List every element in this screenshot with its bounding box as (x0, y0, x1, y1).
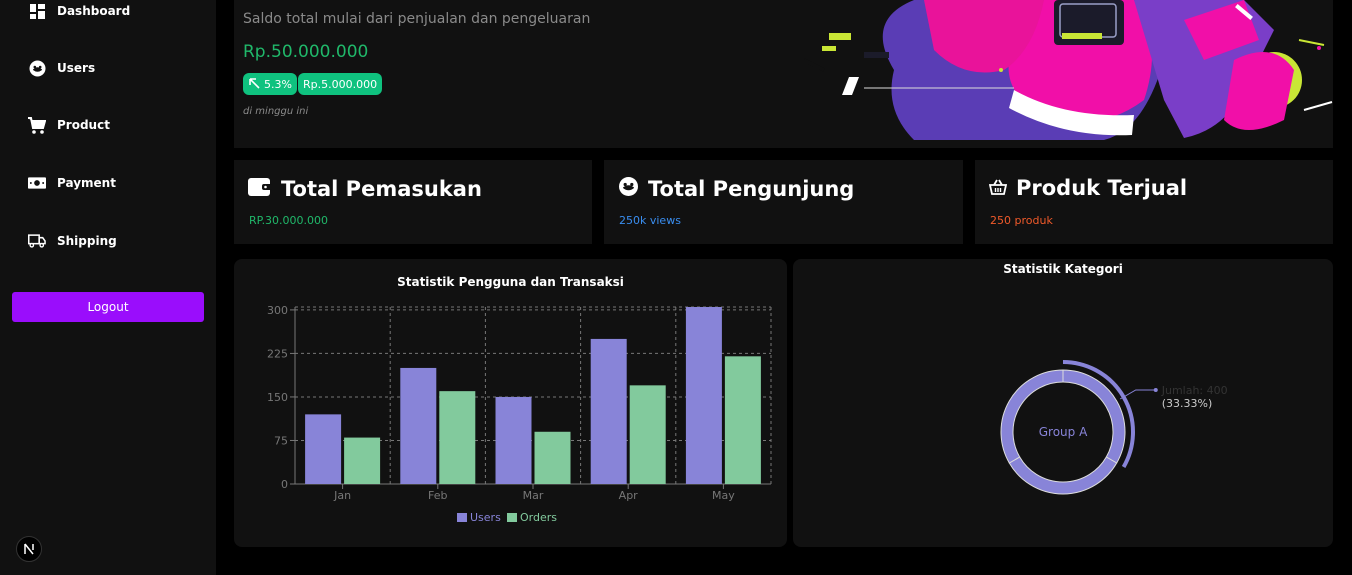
x-tick-label: Mar (523, 489, 544, 502)
sidebar-item-label: Payment (57, 176, 116, 190)
sidebar-item-dashboard[interactable]: Dashboard (28, 2, 130, 20)
sidebar-item-label: Dashboard (57, 4, 131, 18)
sidebar-item-label: Users (57, 61, 96, 75)
card-title-text: Total Pemasukan (281, 177, 482, 201)
hero-subtitle: Saldo total mulai dari penjualan dan pen… (243, 11, 591, 27)
bar-chart-panel: Statistik Pengguna dan Transaksi 0 75 150 2… (234, 259, 787, 547)
basket-icon (988, 176, 1008, 200)
arrow-up-left-icon (248, 77, 260, 92)
sidebar-item-label: Product (57, 118, 110, 132)
bar-orders (724, 356, 761, 484)
sidebar-item-label: Shipping (57, 234, 117, 248)
logout-button[interactable]: Logout (12, 292, 204, 322)
growth-amount-pill: Rp.5.000.000 (298, 73, 383, 95)
y-tick-label: 150 (267, 391, 288, 404)
legend-swatch-users (457, 513, 467, 522)
sidebar-item-payment[interactable]: Payment (28, 174, 116, 192)
bar-orders (439, 391, 476, 484)
cart-icon (28, 116, 46, 134)
sidebar-item-shipping[interactable]: Shipping (28, 232, 117, 250)
card-value: 250k views (619, 214, 681, 227)
bar-orders (344, 437, 381, 484)
nextjs-logo-icon[interactable] (16, 536, 42, 562)
bar-users (305, 414, 342, 484)
bar-users (590, 338, 627, 484)
bar-orders (534, 431, 571, 484)
sidebar-item-product[interactable]: Product (28, 116, 110, 134)
donut-slice (1008, 456, 1118, 495)
hero-illustration (804, 0, 1333, 140)
donut-callout-value: Jumlah: 400 (1161, 384, 1228, 397)
x-tick-label: Feb (428, 489, 447, 502)
y-tick-label: 0 (281, 478, 288, 491)
donut-callout-percent: (33.33%) (1162, 397, 1213, 410)
hero-note: di minggu ini (243, 106, 309, 117)
card-total-pemasukan: Total Pemasukan RP.30.000.000 (234, 160, 592, 244)
x-tick-label: May (712, 489, 735, 502)
growth-percent: 5.3% (264, 77, 292, 91)
bar-users (495, 396, 532, 484)
card-title: Produk Terjual (988, 176, 1188, 200)
legend-swatch-orders (507, 513, 517, 522)
balance-hero: Saldo total mulai dari penjualan dan pen… (234, 0, 1333, 148)
bar-chart: 0 75 150 225 300 Jan Feb Mar Apr May Users Orders (267, 304, 772, 524)
card-title: Total Pengunjung (618, 176, 854, 202)
cash-icon (28, 174, 46, 192)
bar-users (685, 307, 722, 484)
legend-label-orders: Orders (520, 511, 557, 524)
card-produk-terjual: Produk Terjual 250 produk (975, 160, 1333, 244)
donut-callout-dot (1153, 388, 1158, 392)
x-tick-label: Apr (619, 489, 639, 502)
card-value: RP.30.000.000 (249, 214, 329, 227)
y-tick-label: 75 (274, 434, 288, 447)
donut-center-label: Group A (1039, 425, 1088, 439)
x-tick-label: Jan (333, 489, 351, 502)
dashboard-icon (28, 2, 46, 20)
donut-chart-panel: Statistik Kategori Group A Jumlah: 400 (33… (793, 259, 1333, 547)
card-total-pengunjung: Total Pengunjung 250k views (604, 160, 963, 244)
card-title: Total Pemasukan (248, 176, 482, 202)
sidebar: Dashboard Users Product Payment Shipping… (0, 0, 216, 575)
card-value: 250 produk (990, 214, 1053, 227)
wallet-icon (248, 176, 272, 202)
legend-label-users: Users (470, 511, 501, 524)
card-title-text: Total Pengunjung (648, 177, 855, 201)
card-title-text: Produk Terjual (1016, 176, 1188, 200)
face-icon (618, 176, 639, 202)
growth-pill: 5.3% (243, 73, 297, 95)
y-tick-label: 225 (267, 347, 288, 360)
face-icon (28, 59, 46, 77)
bar-orders (629, 385, 666, 484)
hero-amount: Rp.50.000.000 (243, 42, 369, 62)
truck-icon (28, 232, 46, 250)
y-tick-label: 300 (267, 304, 288, 317)
sidebar-item-users[interactable]: Users (28, 59, 95, 77)
bar-users (400, 367, 437, 484)
growth-amount: Rp.5.000.000 (303, 77, 378, 91)
donut-slice (1000, 369, 1064, 464)
donut-chart: Group A Jumlah: 400(33.33%) (1000, 360, 1228, 495)
